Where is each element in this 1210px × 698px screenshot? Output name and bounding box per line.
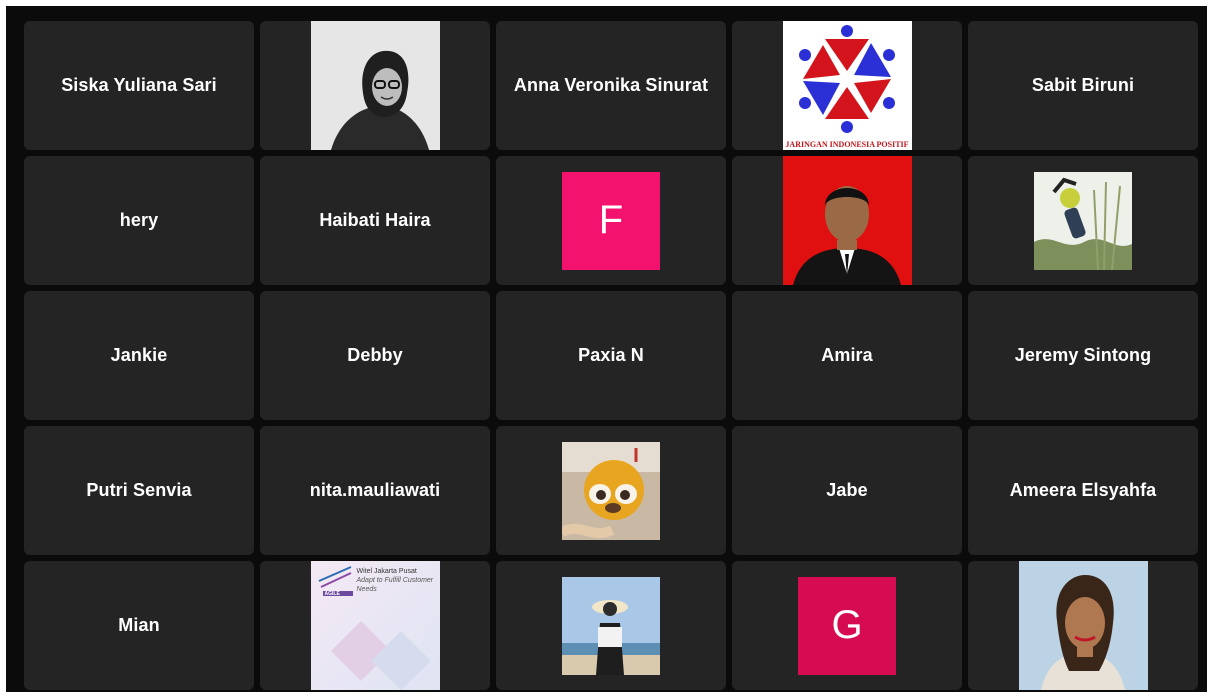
participant-tile[interactable]: Witel Jakarta Pusat Adapt to Fulfill Cus… bbox=[260, 561, 490, 690]
participant-name: Ameera Elsyahfa bbox=[1009, 480, 1157, 500]
participant-tile[interactable]: Mian bbox=[24, 561, 254, 690]
participant-tile[interactable]: Paxia N bbox=[496, 291, 726, 420]
participant-tile[interactable]: Debby bbox=[260, 291, 490, 420]
participant-name: Jabe bbox=[826, 480, 868, 500]
participant-tile[interactable]: JARINGAN INDONESIA POSITIF bbox=[732, 21, 962, 150]
participant-tile[interactable]: Anna Veronika Sinurat bbox=[496, 21, 726, 150]
participant-name: Jankie bbox=[110, 345, 168, 365]
profile-picture bbox=[562, 576, 660, 675]
banner-text: Witel Jakarta Pusat Adapt to Fulfill Cus… bbox=[356, 568, 434, 593]
participant-tile[interactable]: G bbox=[732, 561, 962, 690]
logo-banner-text: JARINGAN INDONESIA POSITIF bbox=[782, 138, 912, 150]
participant-tile[interactable]: Sabit Biruni bbox=[968, 21, 1198, 150]
profile-picture bbox=[782, 156, 912, 285]
participant-tile[interactable] bbox=[496, 426, 726, 555]
participant-name: Haibati Haira bbox=[319, 210, 431, 230]
participant-name: Putri Senvia bbox=[86, 480, 192, 500]
profile-picture: Witel Jakarta Pusat Adapt to Fulfill Cus… bbox=[310, 561, 440, 690]
participant-tile[interactable]: nita.mauliawati bbox=[260, 426, 490, 555]
profile-picture bbox=[310, 21, 440, 150]
participant-tile[interactable]: Haibati Haira bbox=[260, 156, 490, 285]
participant-name: nita.mauliawati bbox=[309, 480, 441, 500]
participant-name: Siska Yuliana Sari bbox=[61, 75, 217, 95]
participant-name: Mian bbox=[118, 615, 160, 635]
participant-tile[interactable]: Putri Senvia bbox=[24, 426, 254, 555]
initial-avatar: F bbox=[562, 171, 660, 270]
participant-name: Debby bbox=[347, 345, 403, 365]
initial-avatar: G bbox=[798, 576, 896, 675]
participant-tile[interactable] bbox=[968, 561, 1198, 690]
participant-tile[interactable] bbox=[968, 156, 1198, 285]
participant-name: Paxia N bbox=[578, 345, 644, 365]
participant-tile[interactable]: Jabe bbox=[732, 426, 962, 555]
participant-tile[interactable]: Siska Yuliana Sari bbox=[24, 21, 254, 150]
participant-tile[interactable]: F bbox=[496, 156, 726, 285]
participant-tile[interactable] bbox=[496, 561, 726, 690]
profile-picture: JARINGAN INDONESIA POSITIF bbox=[782, 21, 912, 150]
participant-tile[interactable]: hery bbox=[24, 156, 254, 285]
participant-tile[interactable]: Jeremy Sintong bbox=[968, 291, 1198, 420]
participant-name: Sabit Biruni bbox=[1031, 75, 1135, 95]
profile-picture bbox=[1034, 171, 1132, 270]
participant-tile[interactable]: Jankie bbox=[24, 291, 254, 420]
participant-name: Anna Veronika Sinurat bbox=[513, 75, 709, 95]
participant-tile[interactable]: Amira bbox=[732, 291, 962, 420]
participant-tile[interactable]: Ameera Elsyahfa bbox=[968, 426, 1198, 555]
participant-name: hery bbox=[119, 210, 159, 230]
participant-tile[interactable] bbox=[732, 156, 962, 285]
participant-tile[interactable] bbox=[260, 21, 490, 150]
participant-grid: Siska Yuliana Sari Anna Veronika Sinurat bbox=[24, 21, 1198, 690]
profile-picture bbox=[562, 441, 660, 540]
profile-picture bbox=[1018, 561, 1148, 690]
badge-text: AGILE bbox=[324, 591, 340, 597]
participant-name: Amira bbox=[821, 345, 873, 365]
participant-name: Jeremy Sintong bbox=[1014, 345, 1152, 365]
video-gallery: Siska Yuliana Sari Anna Veronika Sinurat bbox=[6, 6, 1207, 692]
